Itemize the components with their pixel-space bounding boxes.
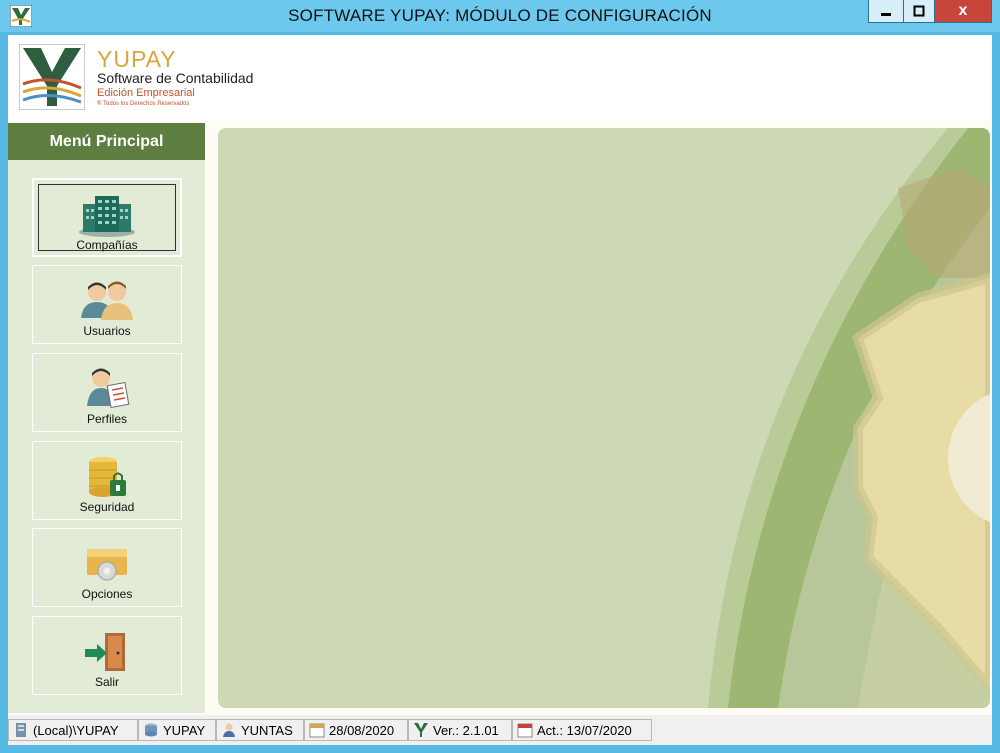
sidebar-item-seguridad[interactable]: Seguridad [32, 441, 182, 520]
status-user: YUNTAS [216, 719, 304, 741]
sidebar-item-label: Opciones [81, 587, 133, 601]
brand-name: YUPAY [97, 46, 177, 72]
sidebar-item-salir[interactable]: Salir [32, 616, 182, 695]
sidebar-item-perfiles[interactable]: Perfiles [32, 353, 182, 432]
sidebar-item-usuarios[interactable]: Usuarios [32, 265, 182, 344]
brand-rights: ® Todos los Derechos Reservados [97, 101, 190, 107]
status-date: 28/08/2020 [304, 719, 408, 741]
sidebar-item-label: Usuarios [83, 324, 131, 338]
background-graphic [218, 128, 990, 708]
maximize-button[interactable] [903, 0, 935, 23]
menu-title: Menú Principal [8, 123, 205, 160]
close-icon: x [958, 2, 968, 19]
brand-edition: Edición Empresarial [97, 87, 195, 99]
yupay-logo-icon [19, 44, 85, 110]
exit-icon [85, 633, 125, 671]
profiles-icon [87, 368, 130, 408]
calendar-update-icon [517, 723, 533, 738]
header: YUPAY Software de Contabilidad Edición E… [8, 35, 992, 121]
sidebar: Menú Principal Compañías Usuarios Perfil… [8, 123, 205, 713]
users-icon [81, 281, 133, 320]
yupay-version-icon [414, 723, 428, 737]
status-database: YUPAY [138, 719, 216, 741]
client-area: YUPAY Software de Contabilidad Edición E… [8, 35, 992, 745]
minimize-icon [881, 13, 891, 16]
status-updated: Act.: 13/07/2020 [512, 719, 652, 741]
calendar-icon [309, 723, 325, 738]
brand-subtitle: Software de Contabilidad [97, 70, 254, 86]
app-window: SOFTWARE YUPAY: MÓDULO DE CONFIGURACIÓN … [0, 0, 1000, 753]
close-button[interactable]: x [934, 0, 992, 23]
user-icon [223, 723, 235, 737]
maximize-icon [913, 5, 925, 17]
database-icon [145, 723, 157, 737]
status-bar: (Local)\YUPAY YUPAY YUNTAS 28/08/2020 Ve… [8, 715, 992, 745]
status-version-text: Ver.: 2.1.01 [433, 722, 499, 738]
sidebar-item-label: Compañías [76, 238, 138, 252]
options-icon [87, 549, 127, 581]
sidebar-item-label: Perfiles [86, 412, 127, 426]
status-date-text: 28/08/2020 [329, 722, 395, 738]
security-icon [89, 457, 126, 497]
main-panel [218, 128, 990, 708]
title-bar[interactable]: SOFTWARE YUPAY: MÓDULO DE CONFIGURACIÓN … [0, 0, 1000, 32]
sidebar-item-label: Seguridad [79, 500, 135, 514]
status-user-text: YUNTAS [241, 722, 293, 738]
server-icon [16, 723, 26, 737]
sidebar-item-opciones[interactable]: Opciones [32, 528, 182, 607]
window-title: SOFTWARE YUPAY: MÓDULO DE CONFIGURACIÓN [288, 6, 712, 25]
sidebar-item-label: Salir [94, 675, 119, 689]
status-version: Ver.: 2.1.01 [408, 719, 512, 741]
status-updated-text: Act.: 13/07/2020 [537, 722, 632, 738]
companies-icon [79, 196, 135, 237]
minimize-button[interactable] [868, 0, 904, 23]
sidebar-item-companias[interactable]: Compañías [32, 178, 182, 257]
status-database-text: YUPAY [163, 722, 206, 738]
status-server-text: (Local)\YUPAY [33, 722, 119, 738]
status-server: (Local)\YUPAY [8, 719, 138, 741]
